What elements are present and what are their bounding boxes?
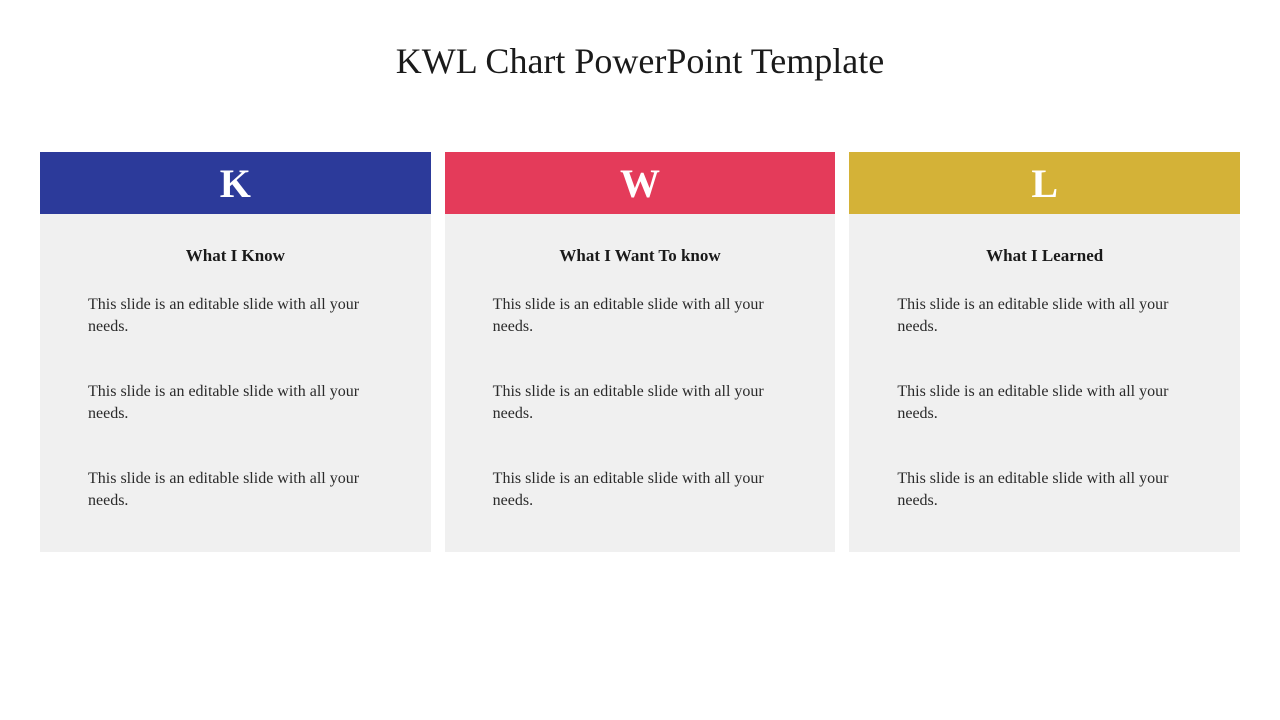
column-k-header: K (40, 152, 431, 214)
kwl-columns: K What I Know This slide is an editable … (40, 152, 1240, 552)
column-k: K What I Know This slide is an editable … (40, 152, 431, 552)
list-item: This slide is an editable slide with all… (897, 294, 1192, 337)
list-item: This slide is an editable slide with all… (493, 468, 788, 511)
list-item: This slide is an editable slide with all… (88, 468, 383, 511)
list-item: This slide is an editable slide with all… (897, 468, 1192, 511)
column-w: W What I Want To know This slide is an e… (445, 152, 836, 552)
column-k-subtitle: What I Know (40, 246, 431, 266)
column-k-body: This slide is an editable slide with all… (40, 294, 431, 552)
list-item: This slide is an editable slide with all… (88, 381, 383, 424)
column-l-body: This slide is an editable slide with all… (849, 294, 1240, 552)
column-l-header: L (849, 152, 1240, 214)
list-item: This slide is an editable slide with all… (88, 294, 383, 337)
column-l: L What I Learned This slide is an editab… (849, 152, 1240, 552)
column-w-body: This slide is an editable slide with all… (445, 294, 836, 552)
column-w-header: W (445, 152, 836, 214)
slide-title: KWL Chart PowerPoint Template (40, 40, 1240, 82)
column-l-letter: L (1031, 160, 1058, 207)
column-l-subtitle: What I Learned (849, 246, 1240, 266)
slide-container: KWL Chart PowerPoint Template K What I K… (0, 0, 1280, 720)
list-item: This slide is an editable slide with all… (493, 294, 788, 337)
list-item: This slide is an editable slide with all… (897, 381, 1192, 424)
column-k-letter: K (220, 160, 251, 207)
column-w-subtitle: What I Want To know (445, 246, 836, 266)
column-w-letter: W (620, 160, 660, 207)
list-item: This slide is an editable slide with all… (493, 381, 788, 424)
